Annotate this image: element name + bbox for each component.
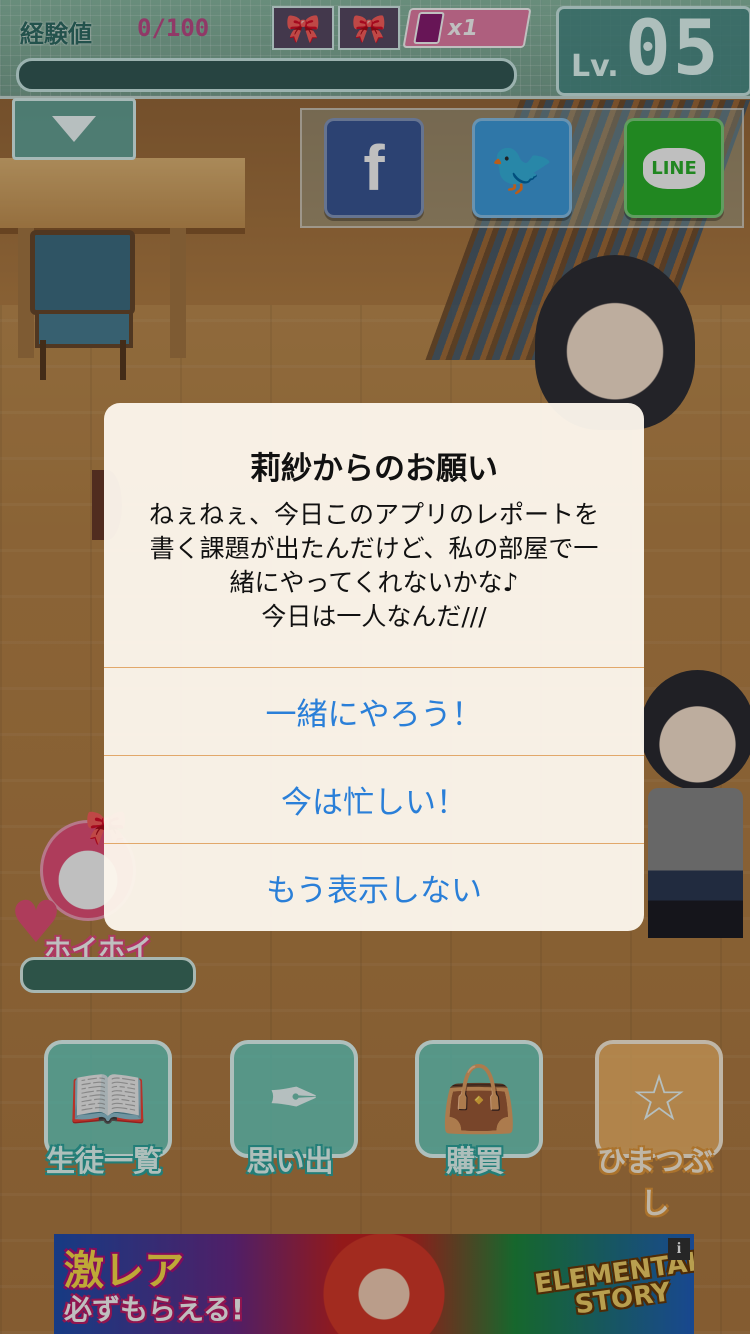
- dialog-message: ねぇねぇ、今日このアプリのレポートを 書く課題が出たんだけど、私の部屋で一 緒に…: [124, 498, 624, 634]
- dialog-message-line: 書く課題が出たんだけど、私の部屋で一: [149, 534, 599, 563]
- dialog-message-line: ねぇねぇ、今日このアプリのレポートを: [148, 500, 599, 529]
- dialog-message-line: 緒にやってくれないかな♪: [229, 568, 519, 597]
- accept-button[interactable]: 一緒にやろう！: [104, 667, 644, 754]
- dialog-message-line: 今日は一人なんだ///: [261, 602, 487, 631]
- request-dialog: 莉紗からのお願い ねぇねぇ、今日このアプリのレポートを 書く課題が出たんだけど、…: [104, 403, 644, 931]
- dont-show-again-button[interactable]: もう表示しない: [104, 843, 644, 930]
- dialog-title: 莉紗からのお願い: [250, 451, 498, 487]
- busy-button[interactable]: 今は忙しい！: [104, 755, 644, 842]
